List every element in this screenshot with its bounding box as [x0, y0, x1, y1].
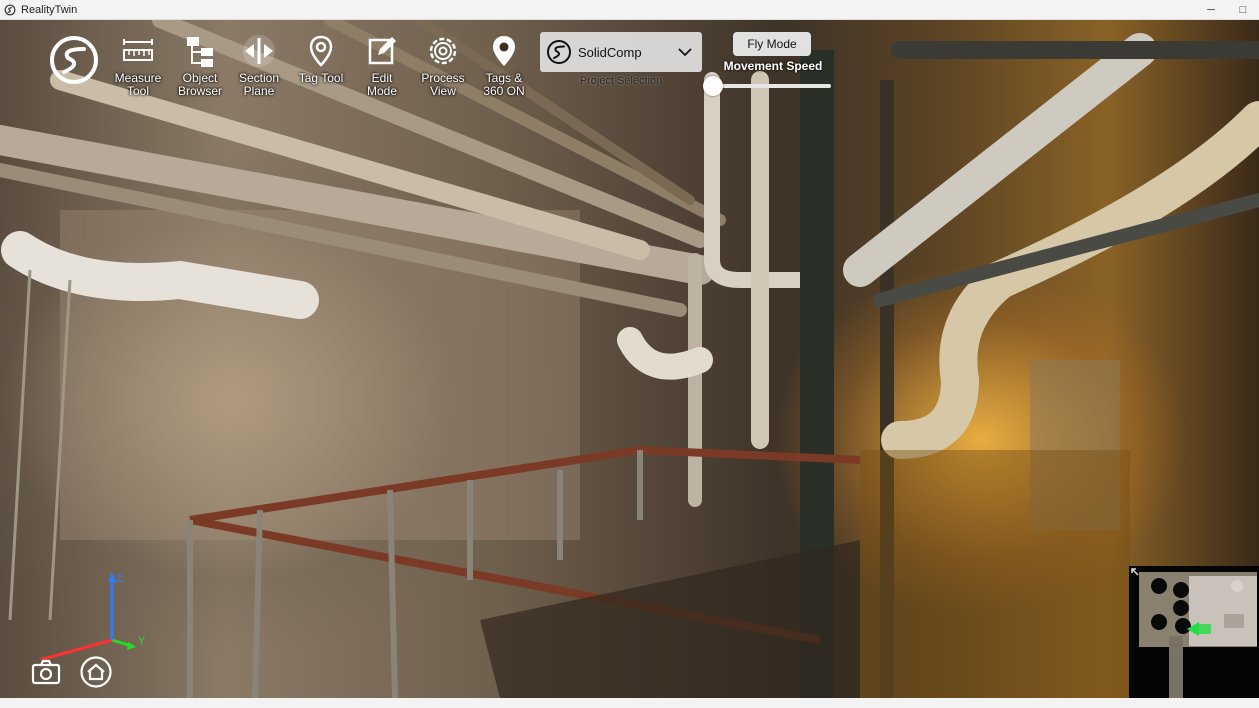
tags-360-label-1: Tags & [485, 71, 523, 85]
object-browser-label-1: Object [182, 71, 218, 85]
window-title: RealityTwin [21, 3, 78, 16]
process-view-label-2: View [430, 84, 456, 98]
minimap[interactable] [1129, 566, 1259, 698]
section-plane-label-1: Section [238, 71, 280, 85]
measure-tool-button[interactable]: Measure Tool [107, 34, 169, 98]
project-select-value: SolidComp [578, 44, 642, 60]
maximize-button[interactable]: □ [1227, 0, 1259, 20]
camera-icon [31, 659, 61, 685]
fly-mode-button[interactable]: Fly Mode [733, 32, 811, 56]
section-plane-button[interactable]: Section Plane [228, 34, 290, 98]
edit-mode-button[interactable]: Edit Mode [351, 34, 413, 98]
process-view-button[interactable]: Process View [412, 34, 474, 98]
expand-icon[interactable] [1131, 568, 1143, 580]
3d-viewport[interactable]: Measure Tool Object Browser Section Plan… [0, 20, 1259, 698]
section-plane-icon [243, 35, 275, 67]
project-select-dropdown[interactable]: SolidComp [540, 32, 702, 72]
tags-360-button[interactable]: Tags & 360 ON [473, 34, 535, 98]
pin-360-icon [493, 36, 515, 66]
home-view-button[interactable] [80, 656, 112, 688]
z-axis-label: Z [116, 573, 123, 585]
project-select-caption: Project Selection [579, 75, 663, 87]
measure-tool-label-2: Tool [126, 84, 149, 98]
tags-360-label-2: 360 ON [483, 84, 525, 98]
movement-speed-slider-thumb[interactable] [703, 76, 723, 96]
scene-backdrop [0, 20, 1259, 698]
axis-gizmo: Z Y [39, 572, 146, 660]
solidcomp-small-logo-icon [547, 40, 571, 64]
y-axis-label: Y [138, 635, 146, 647]
edit-mode-label-1: Edit [371, 71, 393, 85]
object-browser-label-2: Browser [177, 84, 222, 98]
movement-speed-label: Movement Speed [723, 59, 823, 73]
process-view-label-1: Process [421, 71, 465, 85]
window-bottom-edge [0, 698, 1259, 708]
edit-icon [368, 37, 396, 65]
z-axis-arrowhead [108, 572, 116, 582]
edit-mode-label-2: Mode [366, 84, 398, 98]
home-icon [87, 663, 105, 681]
y-axis-arrowhead [127, 642, 136, 650]
map-pin-icon [309, 35, 333, 67]
movement-speed-slider[interactable] [703, 76, 831, 96]
section-plane-label-2: Plane [243, 84, 275, 98]
solidcomp-logo-icon[interactable] [48, 34, 100, 86]
ruler-icon [123, 39, 153, 61]
screenshot-button[interactable] [30, 656, 62, 688]
chevron-down-icon [678, 48, 692, 57]
tag-tool-button[interactable]: Tag Tool [290, 34, 352, 85]
gear-icon [429, 37, 457, 65]
app-logo-icon [4, 4, 16, 15]
tag-tool-label: Tag Tool [298, 71, 344, 85]
minimap-view [1139, 572, 1257, 698]
window-controls: ─ □ [1195, 0, 1259, 20]
hierarchy-icon [187, 37, 213, 67]
measure-tool-label-1: Measure [114, 71, 162, 85]
window-title-bar: RealityTwin ─ □ [0, 0, 1259, 20]
object-browser-button[interactable]: Object Browser [169, 34, 231, 98]
minimize-button[interactable]: ─ [1195, 0, 1227, 20]
